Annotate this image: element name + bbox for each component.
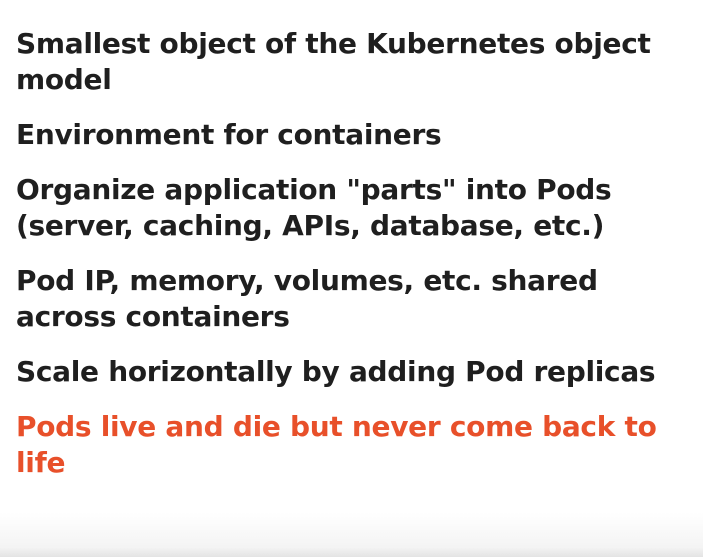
bullet-item: Environment for containers: [16, 118, 442, 151]
slide: Smallest object of the Kubernetes object…: [0, 0, 703, 557]
bottom-edge-shadow: [0, 547, 703, 557]
bullet-item: Scale horizontally by adding Pod replica…: [16, 355, 656, 388]
bullet-list: Smallest object of the Kubernetes object…: [16, 26, 700, 500]
bullet-item: Smallest object of the Kubernetes object…: [16, 27, 651, 96]
bullet-item: Organize application "parts" into Pods (…: [16, 173, 612, 242]
highlighted-bullet-item: Pods live and die but never come back to…: [16, 410, 657, 479]
bullet-item: Pod IP, memory, volumes, etc. shared acr…: [16, 264, 598, 333]
